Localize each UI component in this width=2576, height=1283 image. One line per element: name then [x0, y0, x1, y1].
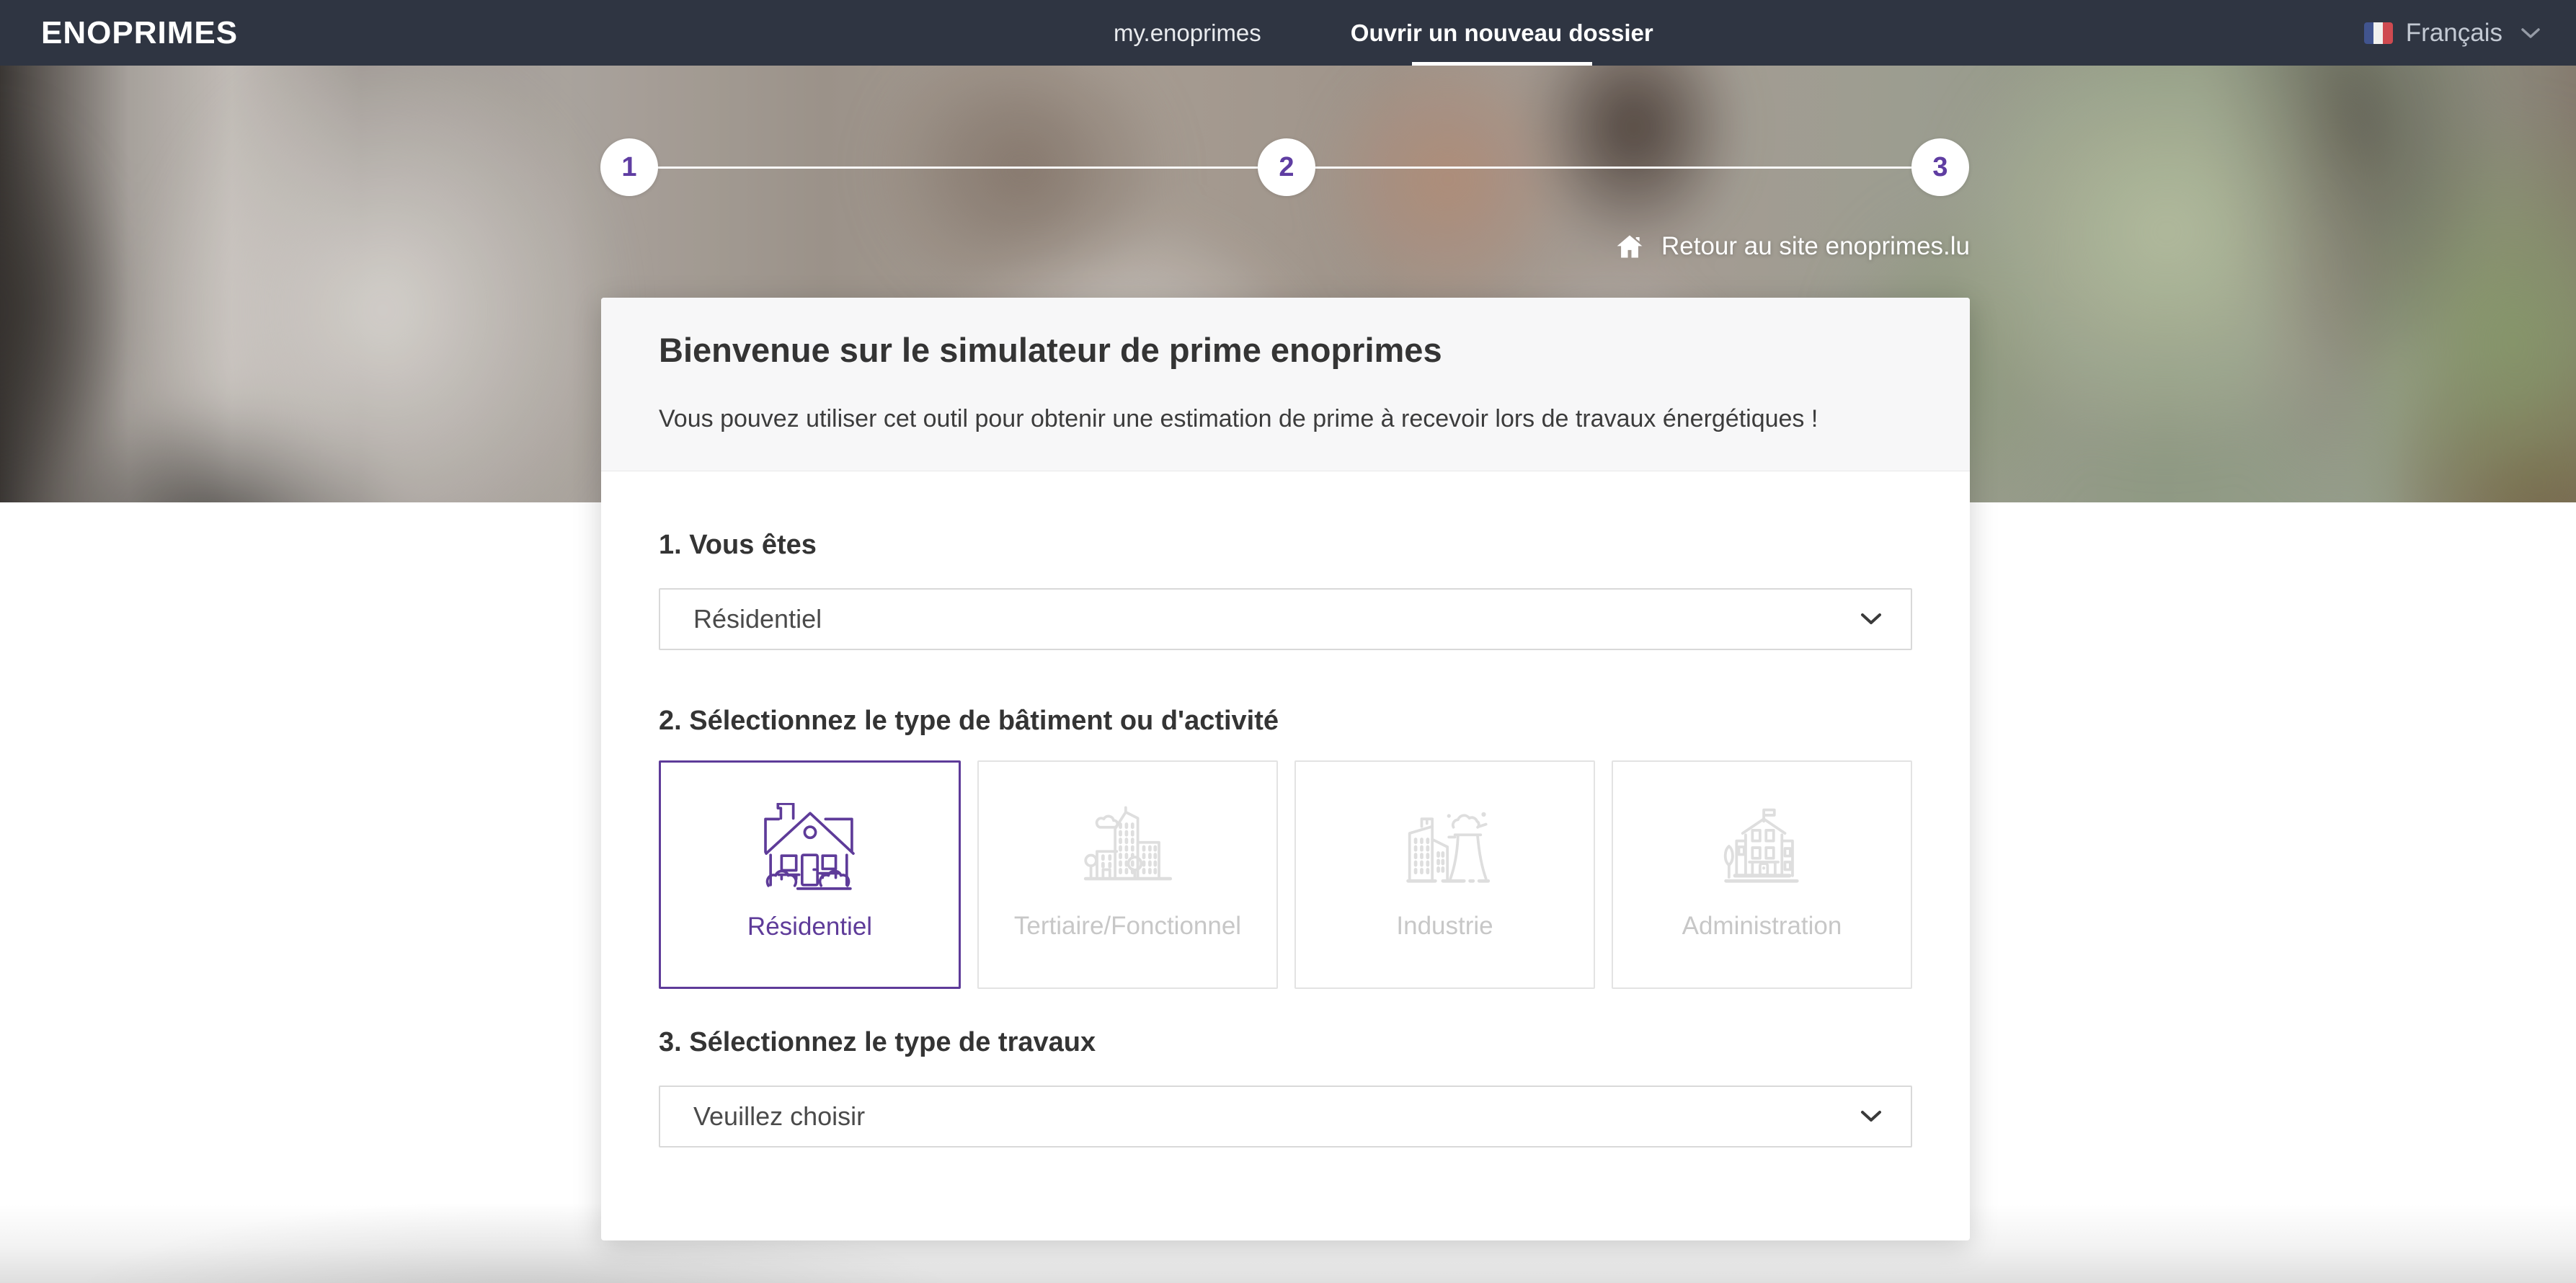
factory-icon — [1399, 799, 1491, 894]
chevron-down-icon — [2520, 26, 2541, 40]
select-value: Résidentiel — [660, 604, 822, 634]
tile-label: Tertiaire/Fonctionnel — [1014, 912, 1241, 941]
nav-link-my-enoprimes[interactable]: my.enoprimes — [1114, 0, 1261, 66]
step-3[interactable]: 3 — [1911, 138, 1969, 196]
tile-administration[interactable]: Administration — [1612, 760, 1912, 989]
question-vous-etes: 1. Vous êtes Résidentiel — [659, 529, 1912, 650]
tile-label: Industrie — [1396, 912, 1493, 941]
simulator-card: Bienvenue sur le simulateur de prime eno… — [601, 298, 1970, 1240]
page-title: Bienvenue sur le simulateur de prime eno… — [659, 331, 1912, 370]
government-building-icon — [1716, 799, 1808, 894]
step-1[interactable]: 1 — [600, 138, 658, 196]
question-2-label: 2. Sélectionnez le type de bâtiment ou d… — [659, 705, 1912, 737]
language-selector[interactable]: Français — [2364, 0, 2541, 66]
house-icon — [764, 800, 856, 895]
question-type-travaux: 3. Sélectionnez le type de travaux Veuil… — [659, 1026, 1912, 1147]
back-to-site-link[interactable]: Retour au site enoprimes.lu — [1615, 232, 1970, 261]
step-2[interactable]: 2 — [1258, 138, 1315, 196]
card-body: 1. Vous êtes Résidentiel 2. Sélectionnez… — [601, 529, 1970, 1147]
home-icon — [1615, 234, 1644, 259]
city-buildings-icon — [1082, 799, 1174, 894]
nav-link-ouvrir-nouveau-dossier[interactable]: Ouvrir un nouveau dossier — [1351, 0, 1653, 66]
active-tab-underline — [1412, 62, 1592, 66]
question-1-label: 1. Vous êtes — [659, 529, 1912, 561]
main-nav: my.enoprimes Ouvrir un nouveau dossier — [1114, 0, 1653, 66]
tile-tertiaire-fonctionnel[interactable]: Tertiaire/Fonctionnel — [977, 760, 1278, 989]
top-navbar: ENOPRIMES my.enoprimes Ouvrir un nouveau… — [0, 0, 2576, 66]
card-header: Bienvenue sur le simulateur de prime eno… — [601, 298, 1970, 471]
type-travaux-select[interactable]: Veuillez choisir — [659, 1086, 1912, 1147]
back-link-label: Retour au site enoprimes.lu — [1661, 232, 1970, 261]
french-flag-icon — [2364, 22, 2393, 44]
question-3-label: 3. Sélectionnez le type de travaux — [659, 1026, 1912, 1058]
chevron-down-icon — [1859, 611, 1883, 627]
chevron-down-icon — [1859, 1109, 1883, 1124]
brand-logo[interactable]: ENOPRIMES — [41, 0, 238, 66]
tile-residentiel[interactable]: Résidentiel — [659, 760, 961, 989]
select-value: Veuillez choisir — [660, 1101, 865, 1132]
tile-label: Administration — [1682, 912, 1842, 941]
vous-etes-select[interactable]: Résidentiel — [659, 588, 1912, 650]
tile-label: Résidentiel — [747, 913, 872, 941]
nav-link-label: Ouvrir un nouveau dossier — [1351, 19, 1653, 47]
question-type-batiment: 2. Sélectionnez le type de bâtiment ou d… — [659, 705, 1912, 989]
language-label: Français — [2406, 19, 2502, 48]
building-type-tiles: Résidentiel — [659, 760, 1912, 989]
tile-industrie[interactable]: Industrie — [1294, 760, 1595, 989]
page-subtitle: Vous pouvez utiliser cet outil pour obte… — [659, 404, 1912, 433]
